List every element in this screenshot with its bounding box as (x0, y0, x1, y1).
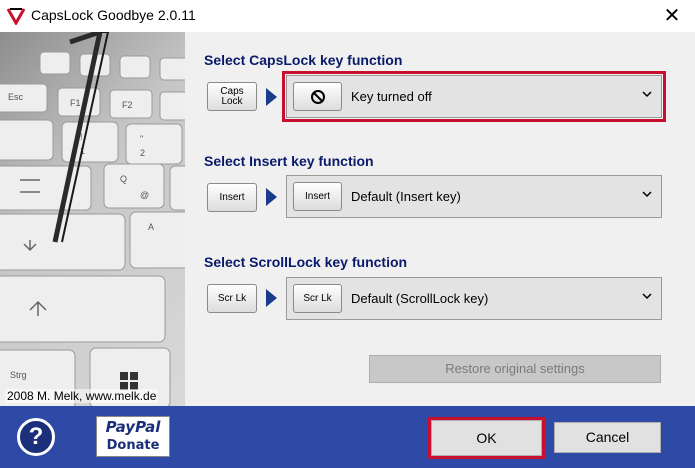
svg-text:": " (140, 134, 143, 144)
paypal-donate-button[interactable]: PayPal Donate (96, 416, 170, 457)
capslock-keycap-line1: Caps (220, 85, 244, 97)
svg-text:Esc: Esc (8, 92, 24, 102)
capslock-section-label: Select CapsLock key function (204, 52, 403, 68)
scrolllock-function-dropdown[interactable]: Scr Lk Default (ScrollLock key) (286, 277, 662, 320)
app-icon (6, 8, 26, 25)
capslock-arrow-icon (266, 88, 277, 106)
keyboard-illustration: Esc F1 F2 ! 1 " 2 Q @ A Strg (0, 32, 185, 406)
svg-text:A: A (148, 222, 154, 232)
close-button[interactable]: ✕ (649, 0, 695, 32)
svg-text:F2: F2 (122, 100, 133, 110)
insert-arrow-icon (266, 188, 277, 206)
scrolllock-section-label: Select ScrollLock key function (204, 254, 408, 270)
insert-section-label: Select Insert key function (204, 153, 374, 169)
capslock-selected-keycap (293, 82, 342, 111)
scrolllock-arrow-icon (266, 289, 277, 307)
scrolllock-selected-value: Default (ScrollLock key) (351, 291, 489, 306)
insert-selected-value: Default (Insert key) (351, 189, 461, 204)
cancel-button[interactable]: Cancel (554, 422, 661, 453)
insert-keycap: Insert (207, 183, 257, 212)
no-entry-icon (310, 89, 325, 104)
svg-text:@: @ (140, 190, 149, 200)
ok-button[interactable]: OK (428, 417, 545, 459)
insert-selected-keycap: Insert (293, 182, 342, 211)
capslock-keycap: Caps Lock (207, 82, 257, 111)
insert-function-dropdown[interactable]: Insert Default (Insert key) (286, 175, 662, 218)
svg-text:2: 2 (140, 148, 145, 158)
paypal-logo-text: PayPal (105, 418, 161, 436)
svg-text:Q: Q (120, 174, 127, 184)
capslock-selected-value: Key turned off (351, 89, 432, 104)
svg-text:Strg: Strg (10, 370, 27, 380)
capslock-function-dropdown[interactable]: Key turned off (282, 71, 666, 122)
title-bar: CapsLock Goodbye 2.0.11 ✕ (0, 0, 695, 32)
scrolllock-selected-keycap: Scr Lk (293, 284, 342, 313)
scrolllock-keycap: Scr Lk (207, 284, 257, 313)
copyright-text: 2008 M. Melk, www.melk.de (5, 389, 159, 403)
svg-text:F1: F1 (70, 98, 81, 108)
chevron-down-icon (642, 191, 652, 198)
window-title: CapsLock Goodbye 2.0.11 (31, 7, 196, 23)
chevron-down-icon (642, 293, 652, 300)
keyboard-image: Esc F1 F2 ! 1 " 2 Q @ A Strg (0, 32, 185, 406)
help-icon[interactable]: ? (17, 418, 55, 456)
restore-settings-button[interactable]: Restore original settings (369, 355, 661, 383)
donate-text: Donate (106, 438, 160, 453)
chevron-down-icon (642, 91, 652, 98)
capslock-keycap-line2: Lock (221, 95, 243, 107)
